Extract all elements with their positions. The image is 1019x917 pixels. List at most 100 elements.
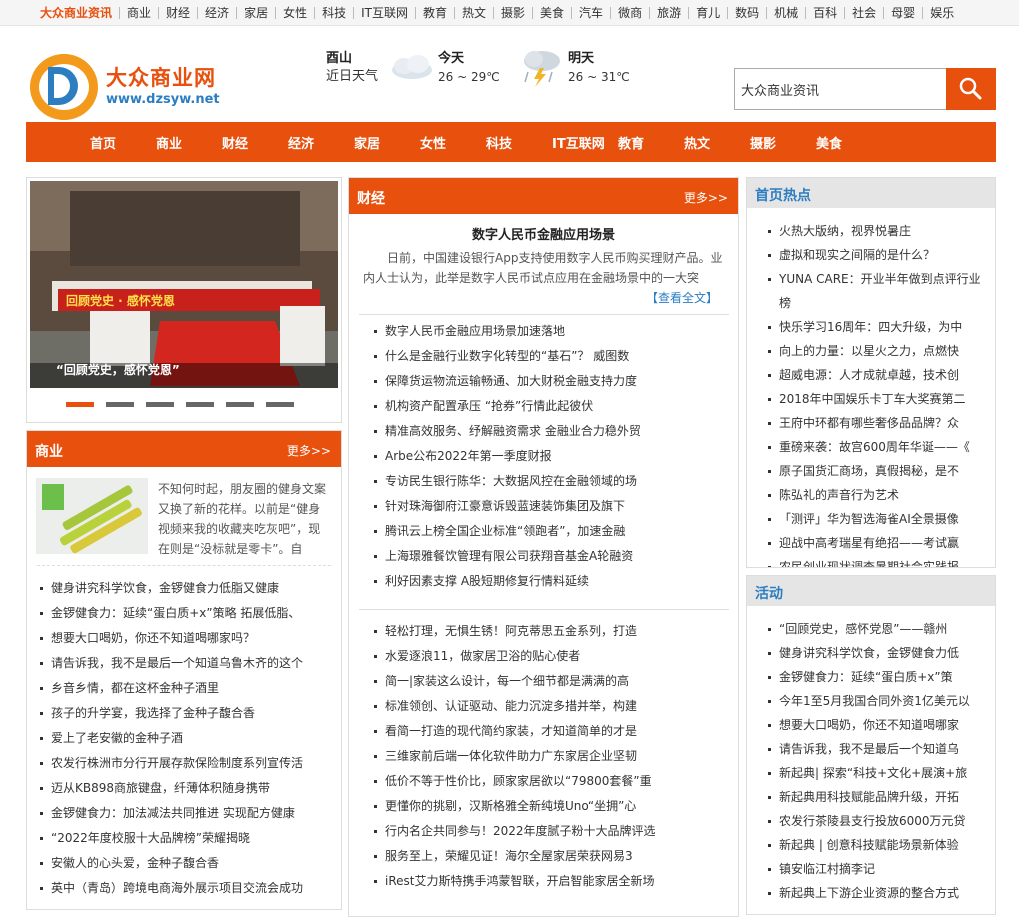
nav-item[interactable]: 美食 (816, 133, 882, 152)
list-item[interactable]: 「测评」华为智选海雀AI全景摄像 (765, 507, 991, 531)
list-item[interactable]: “回顾党史，感怀党恩”——赣州 (765, 617, 991, 641)
list-item[interactable]: YUNA CARE：开业半年做到点评行业榜 (765, 267, 991, 315)
list-item[interactable]: 利好因素支撑 A股短期修复行情料延续 (371, 569, 727, 594)
finance-headline[interactable]: 数字人民币金融应用场景 (349, 224, 738, 243)
list-item[interactable]: 金锣健食力：延续“蛋白质+x”策略 拓展低脂、 (37, 601, 331, 626)
list-item[interactable]: 快乐学习16周年：四大升级，为中 (765, 315, 991, 339)
list-item[interactable]: 安徽人的心头爱，金种子馥合香 (37, 851, 331, 876)
nav-item[interactable]: 财经 (222, 133, 288, 152)
list-item[interactable]: 原子国货汇商场，真假揭秘，是不 (765, 459, 991, 483)
list-item[interactable]: 英中（青岛）跨境电商海外展示项目交流会成功 (37, 876, 331, 901)
topbar-item[interactable]: 汽车 (571, 7, 610, 19)
list-item[interactable]: 简一|家装这么设计，每一个细节都是满满的高 (371, 669, 727, 694)
topbar-item[interactable]: 社会 (844, 7, 883, 19)
list-item[interactable]: 健身讲究科学饮食，金锣健食力低脂又健康 (37, 576, 331, 601)
finance-read-more-link[interactable]: 【查看全文】 (646, 289, 718, 306)
slideshow-image[interactable]: 回顾党史 · 感怀党恩 “回顾党史，感怀党恩” (30, 181, 338, 388)
slideshow-dot[interactable] (186, 402, 214, 407)
list-item[interactable]: 针对珠海御府江豪意诉毁蓝速装饰集团及旗下 (371, 494, 727, 519)
topbar-item[interactable]: 经济 (197, 7, 236, 19)
list-item[interactable]: 专访民生银行陈华：大数据风控在金融领域的场 (371, 469, 727, 494)
list-item[interactable]: 金锣健食力：延续“蛋白质+x”策 (765, 665, 991, 689)
list-item[interactable]: 向上的力量：以星火之力，点燃快 (765, 339, 991, 363)
list-item[interactable]: 更懂你的挑剔，汉斯格雅全新纯境Uno“坐拥”心 (371, 794, 727, 819)
list-item[interactable]: 什么是金融行业数字化转型的“基石”？ 威图数 (371, 344, 727, 369)
list-item[interactable]: 爱上了老安徽的金种子酒 (37, 726, 331, 751)
nav-item[interactable]: 热文 (684, 133, 750, 152)
list-item[interactable]: iRest艾力斯特携手鸿蒙智联，开启智能家居全新场 (371, 869, 727, 894)
slideshow-dot[interactable] (66, 402, 94, 407)
list-item[interactable]: 2018年中国娱乐卡丁车大奖赛第二 (765, 387, 991, 411)
slideshow-dot[interactable] (266, 402, 294, 407)
list-item[interactable]: 轻松打理，无惧生锈！阿克蒂思五金系列，打造 (371, 619, 727, 644)
topbar-item[interactable]: 数码 (727, 7, 766, 19)
topbar-item[interactable]: 百科 (805, 7, 844, 19)
topbar-item[interactable]: 热文 (454, 7, 493, 19)
list-item[interactable]: 迈从KB898商旅键盘，纤薄体积随身携带 (37, 776, 331, 801)
nav-item[interactable]: 首页 (90, 133, 156, 152)
list-item[interactable]: 新起典上下游企业资源的整合方式 (765, 881, 991, 905)
finance-more-link[interactable]: 更多>> (684, 189, 728, 206)
topbar-item[interactable]: 育儿 (688, 7, 727, 19)
nav-item[interactable]: 商业 (156, 133, 222, 152)
list-item[interactable]: Arbe公布2022年第一季度财报 (371, 444, 727, 469)
list-item[interactable]: 金锣健食力：加法减法共同推进 实现配方健康 (37, 801, 331, 826)
nav-item[interactable]: 女性 (420, 133, 486, 152)
business-feature-text[interactable]: 不知何时起，朋友圈的健身文案又换了新的花样。以前是“健身视频来我的收藏夹吃灰吧”… (158, 479, 330, 559)
list-item[interactable]: 行内名企共同参与！2022年度腻子粉十大品牌评选 (371, 819, 727, 844)
list-item[interactable]: 低价不等于性价比，顾家家居欲以“79800套餐”重 (371, 769, 727, 794)
list-item[interactable]: 看简一打造的现代简约家装，才知道简单的才是 (371, 719, 727, 744)
list-item[interactable]: 上海璟雅餐饮管理有限公司获翔音基金A轮融资 (371, 544, 727, 569)
topbar-item[interactable]: 微商 (610, 7, 649, 19)
list-item[interactable]: 请告诉我，我不是最后一个知道乌鲁木齐的这个 (37, 651, 331, 676)
list-item[interactable]: 新起典用科技赋能品牌升级，开拓 (765, 785, 991, 809)
list-item[interactable]: 虚拟和现实之间隔的是什么？ (765, 243, 991, 267)
topbar-item[interactable]: 摄影 (493, 7, 532, 19)
topbar-item[interactable]: 教育 (414, 7, 454, 19)
list-item[interactable]: 请告诉我，我不是最后一个知道乌 (765, 737, 991, 761)
topbar-item[interactable]: 旅游 (649, 7, 688, 19)
list-item[interactable]: 重磅来袭：故宫600周年华诞——《 (765, 435, 991, 459)
list-item[interactable]: 农民创业现状调查暑期社会实践报 (765, 555, 991, 567)
slideshow-dot[interactable] (106, 402, 134, 407)
topbar-item[interactable]: 女性 (275, 7, 314, 19)
list-item[interactable]: 农发行株洲市分行开展存款保险制度系列宣传活 (37, 751, 331, 776)
nav-item[interactable]: 经济 (288, 133, 354, 152)
list-item[interactable]: 今年1至5月我国合同外资1亿美元以 (765, 689, 991, 713)
topbar-item[interactable]: 美食 (532, 7, 571, 19)
list-item[interactable]: 标准领创、认证驱动、能力沉淀多措并举，构建 (371, 694, 727, 719)
list-item[interactable]: 火热大版纳，视界悦暑庄 (765, 219, 991, 243)
list-item[interactable]: 镇安临江村摘李记 (765, 857, 991, 881)
list-item[interactable]: 精准高效服务、纾解融资需求 金融业合力稳外贸 (371, 419, 727, 444)
list-item[interactable]: “2022年度校服十大品牌榜”荣耀揭晓 (37, 826, 331, 851)
topbar-item[interactable]: 娱乐 (922, 7, 961, 19)
nav-item[interactable]: 教育 (618, 133, 684, 152)
slideshow-dot[interactable] (226, 402, 254, 407)
nav-item[interactable]: 科技 (486, 133, 552, 152)
site-logo[interactable]: 大众商业网 www.dzsyw.net (30, 54, 230, 120)
slideshow-dot[interactable] (146, 402, 174, 407)
business-feature-image[interactable] (36, 478, 148, 554)
list-item[interactable]: 新起典| 探索“科技+文化+展演+旅 (765, 761, 991, 785)
topbar-item[interactable]: 科技 (314, 7, 353, 19)
topbar-item[interactable]: 财经 (158, 7, 197, 19)
list-item[interactable]: 水爱逐浪11，做家居卫浴的贴心使者 (371, 644, 727, 669)
list-item[interactable]: 想要大口喝奶，你还不知道喝哪家 (765, 713, 991, 737)
list-item[interactable]: 数字人民币金融应用场景加速落地 (371, 319, 727, 344)
search-input[interactable] (734, 68, 947, 110)
list-item[interactable]: 孩子的升学宴，我选择了金种子馥合香 (37, 701, 331, 726)
list-item[interactable]: 腾讯云上榜全国企业标准“领跑者”，加速金融 (371, 519, 727, 544)
list-item[interactable]: 保障货运物流运输畅通、加大财税金融支持力度 (371, 369, 727, 394)
list-item[interactable]: 想要大口喝奶，你还不知道喝哪家吗？ (37, 626, 331, 651)
business-more-link[interactable]: 更多>> (287, 442, 331, 459)
nav-item[interactable]: 摄影 (750, 133, 816, 152)
list-item[interactable]: 服务至上，荣耀见证！海尔全屋家居荣获网易3 (371, 844, 727, 869)
search-button[interactable] (946, 68, 996, 110)
list-item[interactable]: 健身讲究科学饮食，金锣健食力低 (765, 641, 991, 665)
list-item[interactable]: 迎战中高考瑞星有绝招——考试赢 (765, 531, 991, 555)
list-item[interactable]: 乡音乡情，都在这杯金种子酒里 (37, 676, 331, 701)
nav-item[interactable]: IT互联网 (552, 133, 618, 152)
list-item[interactable]: 三维家前后端一体化软件助力广东家居企业坚韧 (371, 744, 727, 769)
nav-item[interactable]: 家居 (354, 133, 420, 152)
topbar-item[interactable]: 母婴 (883, 7, 922, 19)
